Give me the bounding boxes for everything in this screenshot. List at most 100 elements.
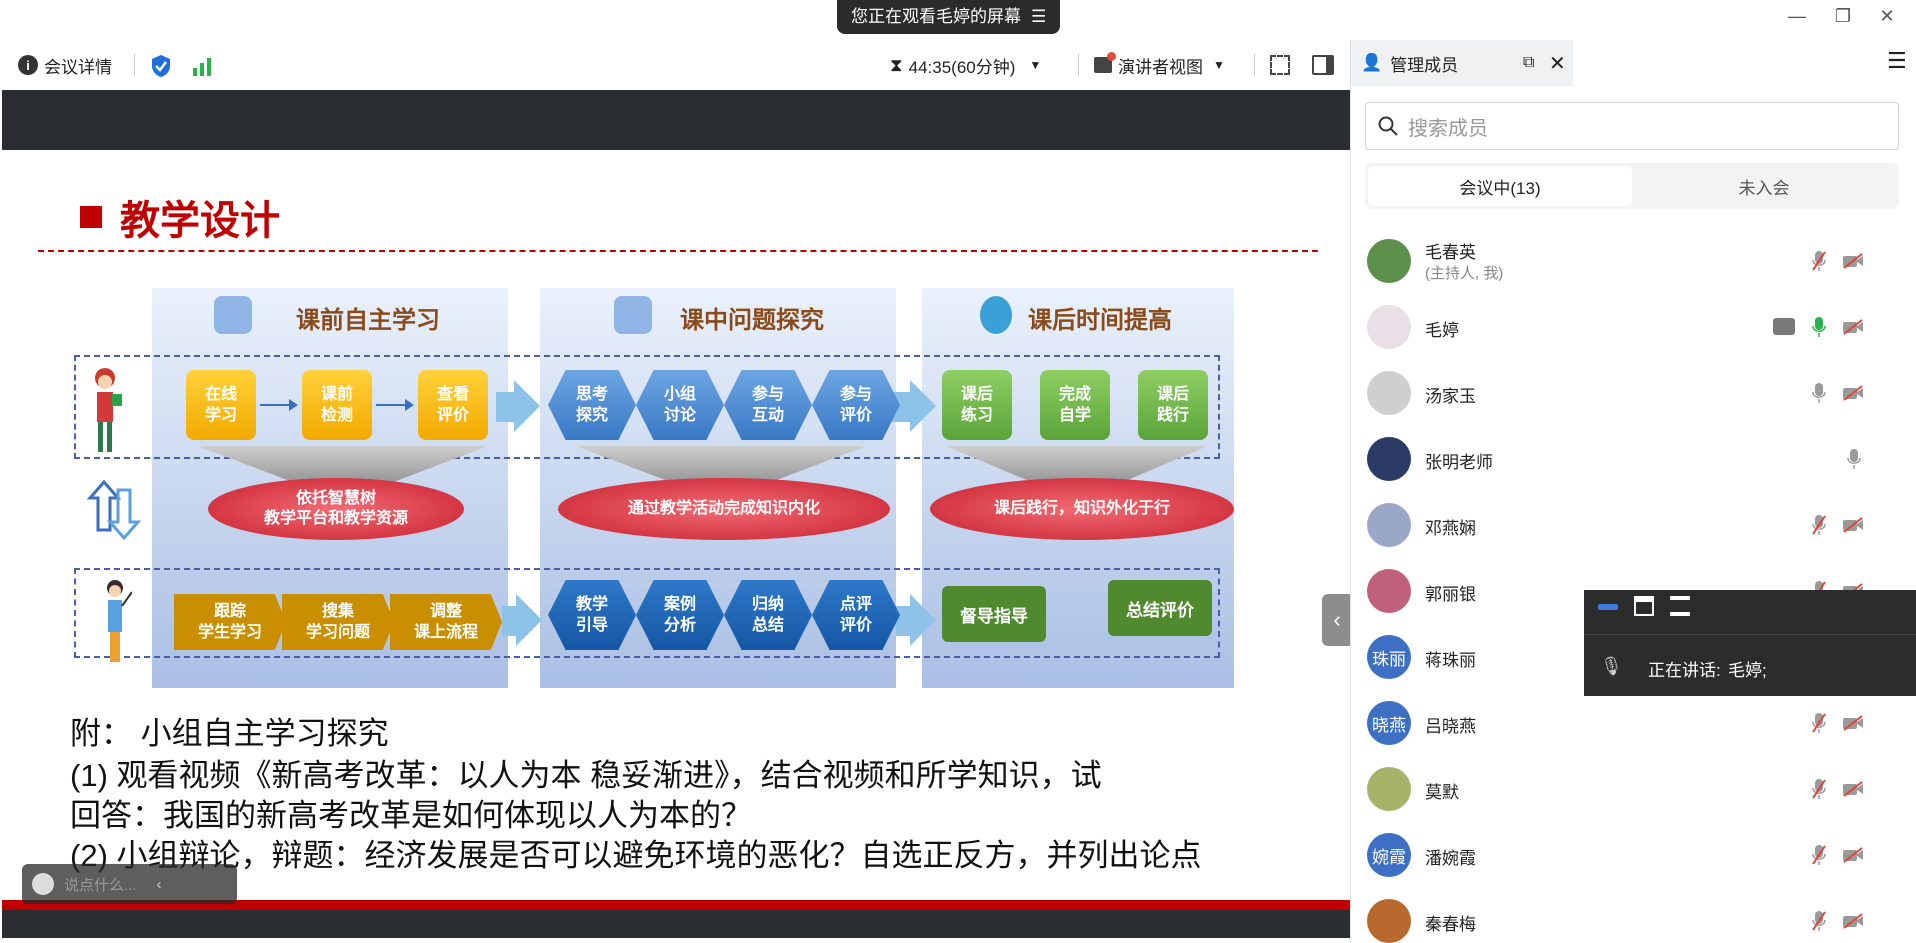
presenter-view-dropdown[interactable]: 演讲者视图 ▼: [1094, 52, 1225, 78]
speaking-widget[interactable]: 🎙 正在讲话: 毛婷;: [1584, 590, 1916, 696]
col1-title: 课前自主学习: [296, 307, 440, 334]
hourglass-icon: ⧗: [890, 54, 903, 75]
shield-icon[interactable]: [150, 54, 172, 78]
slide-title: 教学设计: [80, 188, 280, 246]
member-name: 莫默: [1425, 783, 1459, 802]
member-row[interactable]: 毛春英 (主持人, 我): [1351, 228, 1916, 294]
step-group-discussion: 小组 讨论: [636, 370, 724, 440]
member-row[interactable]: 邓燕娴: [1351, 492, 1916, 558]
signal-icon[interactable]: [192, 56, 214, 76]
mic-muted-icon[interactable]: [1812, 844, 1826, 866]
step-final-evaluation: 总结评价: [1108, 580, 1212, 636]
improve-icon: [980, 296, 1012, 334]
study-icon: [214, 296, 252, 334]
member-name: 潘婉霞: [1425, 849, 1476, 868]
mic-muted-icon[interactable]: [1812, 712, 1826, 734]
meeting-toolbar: i 会议详情 ⧗ 44:35(60分钟) ▼ 演讲者视图 ▼: [0, 44, 1350, 86]
step-participate-evaluate: 参与 评价: [812, 370, 900, 440]
camera-off-icon[interactable]: [1842, 913, 1864, 929]
minimize-widget-icon[interactable]: [1598, 604, 1618, 610]
window-icon[interactable]: [1634, 596, 1654, 616]
step-self-study: 完成 自学: [1040, 370, 1110, 440]
mic-icon[interactable]: [1812, 382, 1826, 404]
camera-off-icon[interactable]: [1842, 253, 1864, 269]
member-name: 毛春英: [1425, 243, 1476, 262]
speaking-label: 正在讲话:: [1648, 661, 1721, 680]
collapse-panel-button[interactable]: ‹: [1322, 594, 1350, 646]
share-banner-text: 您正在观看毛婷的屏幕: [851, 7, 1021, 26]
explore-icon: [614, 296, 652, 334]
avatar: [1367, 437, 1411, 481]
step-track-learning: 跟踪 学生学习: [174, 594, 286, 650]
restore-button[interactable]: ❐: [1828, 6, 1858, 27]
col3-title: 课后时间提高: [1028, 307, 1172, 334]
meeting-details-button[interactable]: i 会议详情: [18, 53, 112, 78]
member-name: 吕晓燕: [1425, 717, 1476, 736]
member-name: 毛婷: [1425, 321, 1459, 340]
hamburger-menu-icon[interactable]: ☰: [1887, 48, 1907, 74]
avatar: 晓燕: [1367, 701, 1411, 745]
tab-not-joined[interactable]: 未入会: [1632, 166, 1896, 206]
camera-off-icon[interactable]: [1842, 319, 1864, 335]
step-after-practice: 课后 练习: [942, 370, 1012, 440]
camera-off-icon[interactable]: [1842, 385, 1864, 401]
search-icon: [1378, 116, 1398, 136]
info-icon: i: [18, 55, 38, 75]
avatar: 婉霞: [1367, 833, 1411, 877]
close-icon[interactable]: ✕: [1549, 51, 1566, 76]
menu-lines-icon[interactable]: ☰: [1031, 0, 1046, 34]
member-role: (主持人, 我): [1425, 265, 1504, 282]
tab-manage-members[interactable]: 👤 管理成员 ⧉ ✕: [1351, 40, 1573, 86]
col2-title: 课中问题探究: [680, 307, 824, 334]
step-pre-test: 课前 检测: [302, 370, 372, 440]
step-participate-interact: 参与 互动: [724, 370, 812, 440]
list-icon[interactable]: [1670, 596, 1690, 616]
presenter-view-label: 演讲者视图: [1118, 57, 1203, 77]
search-members-input[interactable]: 搜索成员: [1365, 102, 1899, 150]
member-name: 秦春梅: [1425, 915, 1476, 934]
timer-dropdown[interactable]: ⧗ 44:35(60分钟) ▼: [890, 53, 1041, 78]
member-row[interactable]: 晓燕 吕晓燕: [1351, 690, 1916, 756]
chevron-down-icon: ▼: [1213, 58, 1225, 72]
tab-in-meeting[interactable]: 会议中(13): [1368, 166, 1632, 206]
mic-muted-icon[interactable]: [1812, 778, 1826, 800]
avatar: [1367, 371, 1411, 415]
step-summarize: 归纳 总结: [724, 580, 812, 650]
emoji-icon[interactable]: [32, 873, 54, 895]
member-row[interactable]: 婉霞 潘婉霞: [1351, 822, 1916, 888]
appendix-item-1b: 回答：我国的新高考改革是如何体现以人为本的？: [70, 798, 752, 833]
search-placeholder: 搜索成员: [1408, 117, 1488, 140]
mic-muted-icon[interactable]: [1812, 910, 1826, 932]
members-icon: 👤: [1361, 53, 1383, 72]
camera-off-icon[interactable]: [1842, 517, 1864, 533]
speaking-name: 毛婷;: [1728, 661, 1767, 680]
mic-muted-icon[interactable]: [1812, 250, 1826, 272]
member-row[interactable]: 秦春梅: [1351, 888, 1916, 943]
close-window-button[interactable]: ✕: [1872, 6, 1902, 27]
member-name: 郭丽银: [1425, 585, 1476, 604]
member-row[interactable]: 张明老师: [1351, 426, 1916, 492]
mic-icon[interactable]: [1812, 316, 1826, 338]
student-figure: [95, 368, 122, 452]
member-row[interactable]: 汤家玉: [1351, 360, 1916, 426]
chat-input[interactable]: 说点什么... ‹: [22, 864, 237, 904]
camera-off-icon[interactable]: [1842, 781, 1864, 797]
chevron-left-icon[interactable]: ‹: [157, 876, 162, 893]
minimize-button[interactable]: —: [1782, 6, 1812, 27]
camera-off-icon[interactable]: [1842, 847, 1864, 863]
shared-screen: 教学设计 课前自主学习 课中问题探究 课后时间提高 在线 学习 课前 检测 查看…: [2, 90, 1350, 938]
step-online-learning: 在线 学习: [186, 370, 256, 440]
popout-icon[interactable]: ⧉: [1523, 54, 1534, 72]
ellipse-externalize: 课后践行，知识外化于行: [930, 478, 1234, 540]
screen-share-banner[interactable]: 您正在观看毛婷的屏幕 ☰: [837, 0, 1061, 34]
camera-off-icon[interactable]: [1842, 715, 1864, 731]
chat-placeholder: 说点什么...: [64, 876, 137, 894]
mic-muted-icon[interactable]: [1812, 514, 1826, 536]
member-row[interactable]: 毛婷: [1351, 294, 1916, 360]
mic-icon[interactable]: [1847, 448, 1861, 470]
fullscreen-icon[interactable]: [1270, 55, 1290, 75]
meeting-details-label: 会议详情: [44, 57, 112, 77]
screen-share-icon: [1773, 318, 1795, 335]
member-row[interactable]: 莫默: [1351, 756, 1916, 822]
layout-icon[interactable]: [1312, 55, 1334, 75]
